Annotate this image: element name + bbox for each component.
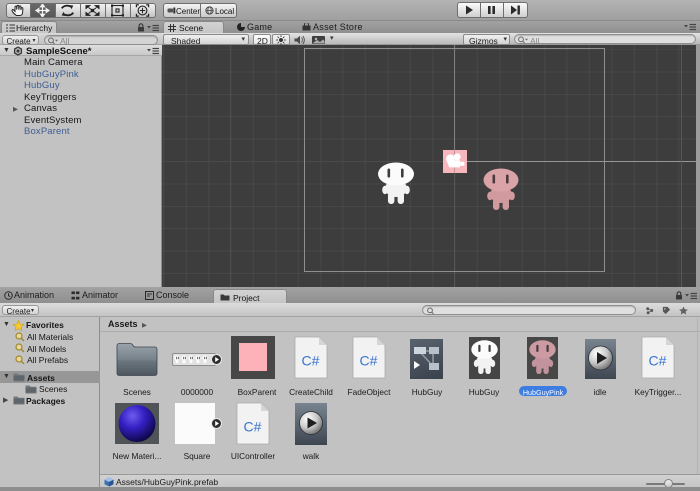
svg-text:C#: C# (302, 353, 320, 369)
svg-text:C#: C# (649, 353, 667, 369)
svg-text:C#: C# (360, 353, 378, 369)
svg-text:C#: C# (244, 419, 262, 435)
